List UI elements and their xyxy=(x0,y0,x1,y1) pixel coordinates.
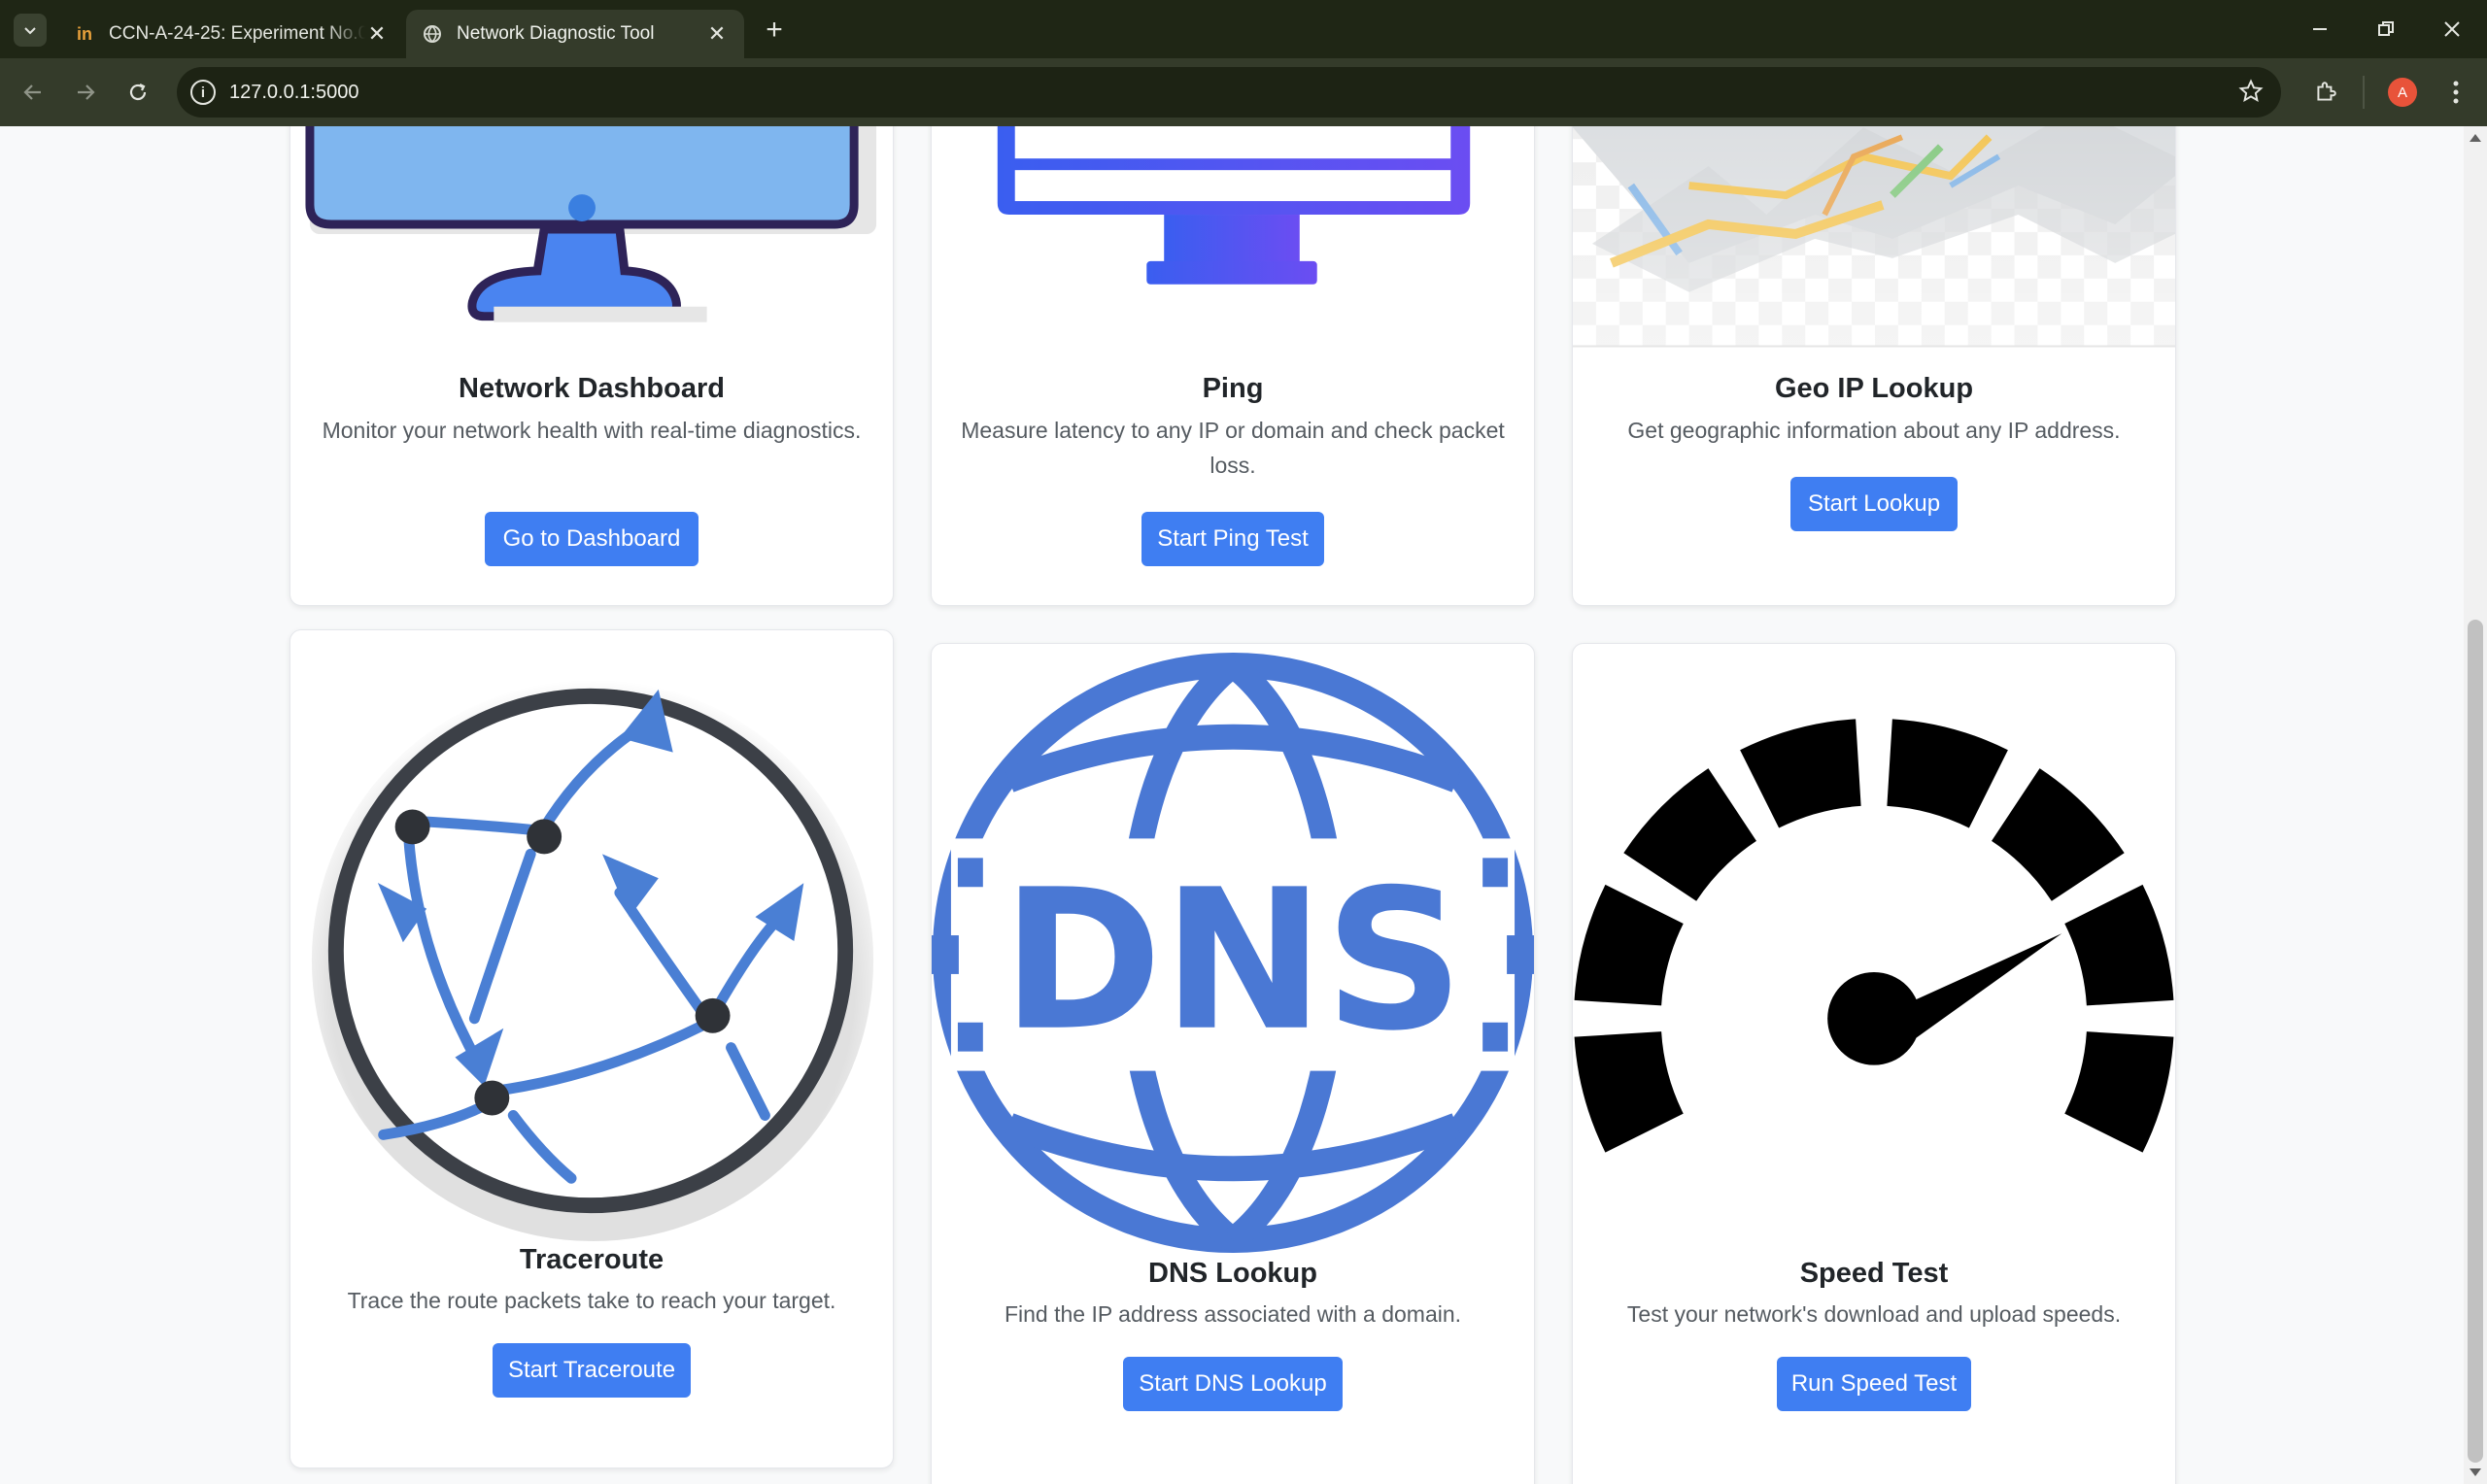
close-icon xyxy=(2444,21,2460,37)
new-tab-button[interactable]: + xyxy=(758,14,791,47)
tab-title: CCN-A-24-25: Experiment No.0 xyxy=(109,23,365,44)
gauge-segment xyxy=(1992,768,2125,901)
scroll-down-arrow-icon[interactable] xyxy=(2470,1468,2481,1476)
gauge-segment xyxy=(1623,768,1756,901)
close-window-button[interactable] xyxy=(2423,10,2481,49)
scroll-up-arrow-icon[interactable] xyxy=(2470,134,2481,142)
card-ping: Ping Measure latency to any IP or domain… xyxy=(931,126,1535,606)
tab-favicon-icon: in xyxy=(77,23,92,44)
tab-search-button[interactable] xyxy=(14,14,47,47)
tab-network-diagnostic[interactable]: Network Diagnostic Tool ✕ xyxy=(406,10,744,58)
back-button[interactable] xyxy=(14,73,52,112)
puzzle-icon xyxy=(2317,82,2336,101)
monitor-icon xyxy=(997,126,1471,285)
gauge-segment xyxy=(2064,884,2174,1006)
card-description: Monitor your network health with real-ti… xyxy=(322,418,862,443)
arrow-left-icon xyxy=(23,84,41,100)
kebab-menu-icon xyxy=(2453,81,2459,104)
gauge-segment xyxy=(2064,1031,2174,1153)
card-title: Traceroute xyxy=(519,1244,664,1275)
card-traceroute: Traceroute Trace the route packets take … xyxy=(290,629,894,1468)
card-speed-test: Speed Test Test your network's download … xyxy=(1572,643,2176,1484)
dns-globe-icon: DNS xyxy=(932,653,1534,1254)
minimize-button[interactable] xyxy=(2291,10,2349,49)
dns-text-mark: DNS xyxy=(1002,849,1464,1074)
tab-title: Network Diagnostic Tool xyxy=(457,23,655,44)
site-info-icon[interactable]: i xyxy=(190,80,216,105)
tab-strip: in CCN-A-24-25: Experiment No.0 ✕ Networ… xyxy=(0,0,2487,58)
card-title: Ping xyxy=(1202,373,1264,404)
reload-icon xyxy=(129,84,147,101)
browser-menu-button[interactable] xyxy=(2436,73,2475,112)
gauge-segment xyxy=(1740,719,1861,828)
tab-experiment[interactable]: in CCN-A-24-25: Experiment No.0 ✕ xyxy=(58,10,404,58)
start-dns-lookup-button[interactable]: Start DNS Lookup xyxy=(1123,1357,1343,1411)
forward-button[interactable] xyxy=(66,73,105,112)
start-traceroute-button[interactable]: Start Traceroute xyxy=(493,1343,691,1398)
close-tab-icon[interactable]: ✕ xyxy=(365,21,389,46)
card-description: Measure latency to any IP or domain and … xyxy=(961,418,1505,478)
card-description: Get geographic information about any IP … xyxy=(1627,418,2121,443)
gauge-segment xyxy=(1574,884,1684,1006)
go-to-dashboard-button[interactable]: Go to Dashboard xyxy=(485,512,698,566)
start-lookup-button[interactable]: Start Lookup xyxy=(1790,477,1958,531)
speedometer-icon xyxy=(1574,719,2174,1153)
restore-icon xyxy=(2378,21,2394,36)
url-text[interactable]: 127.0.0.1:5000 xyxy=(229,82,358,104)
toolbar-divider xyxy=(2363,76,2365,109)
scrollbar-thumb[interactable] xyxy=(2468,620,2483,1463)
reload-button[interactable] xyxy=(119,73,157,112)
globe-icon xyxy=(422,23,443,45)
browser-toolbar: i 127.0.0.1:5000 xyxy=(0,58,2487,126)
page-scrollbar[interactable] xyxy=(2464,126,2487,1484)
gauge-segment xyxy=(1887,719,2008,828)
card-title: Geo IP Lookup xyxy=(1774,373,1974,404)
arrow-right-icon xyxy=(78,84,95,100)
card-description: Find the IP address associated with a do… xyxy=(1004,1301,1462,1327)
profile-avatar[interactable]: A xyxy=(2388,78,2417,107)
address-bar[interactable]: i 127.0.0.1:5000 xyxy=(177,67,2281,118)
run-speed-test-button[interactable]: Run Speed Test xyxy=(1777,1357,1971,1411)
route-network-icon xyxy=(311,679,874,1242)
minimize-icon xyxy=(2313,28,2327,30)
monitor-icon xyxy=(305,126,877,322)
card-network-dashboard: Network Dashboard Monitor your network h… xyxy=(290,126,894,606)
page-viewport: Network Dashboard Monitor your network h… xyxy=(0,126,2464,1484)
start-ping-test-button[interactable]: Start Ping Test xyxy=(1141,512,1324,566)
card-title: DNS Lookup xyxy=(1148,1258,1317,1289)
card-geo-ip-lookup: Geo IP Lookup Get geographic information… xyxy=(1572,126,2176,606)
card-dns-lookup: DNS DNS Lookup Find the IP address assoc… xyxy=(931,643,1535,1484)
card-description: Trace the route packets take to reach yo… xyxy=(347,1288,836,1313)
card-title: Network Dashboard xyxy=(459,373,725,404)
card-description: Test your network's download and upload … xyxy=(1626,1301,2122,1327)
bookmark-star-icon[interactable] xyxy=(2238,79,2264,109)
chevron-down-icon xyxy=(24,27,36,35)
card-title: Speed Test xyxy=(1799,1258,1949,1289)
close-tab-icon[interactable]: ✕ xyxy=(705,21,729,46)
extensions-button[interactable] xyxy=(2306,73,2345,112)
map-icon xyxy=(1573,126,2175,348)
restore-button[interactable] xyxy=(2357,10,2415,49)
gauge-segment xyxy=(1574,1031,1684,1153)
